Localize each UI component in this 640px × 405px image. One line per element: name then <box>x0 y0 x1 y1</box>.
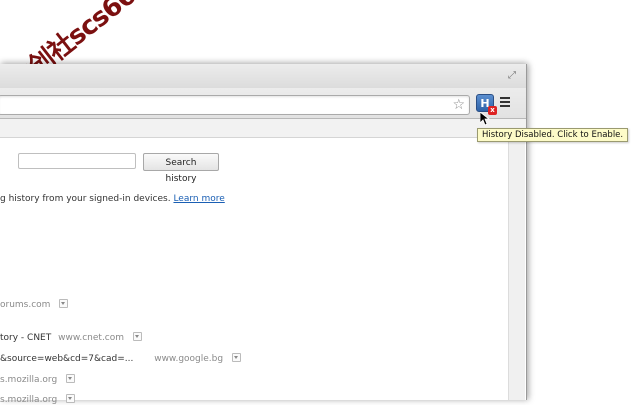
synced-devices-notice: g history from your signed-in devices. L… <box>0 194 225 204</box>
history-entry[interactable]: orums.com <box>0 299 69 310</box>
scrollbar[interactable] <box>508 138 525 400</box>
browser-window: ⤢ ☆ H x <box>0 64 527 400</box>
history-extension-button[interactable]: H x <box>476 94 497 115</box>
extension-tooltip: History Disabled. Click to Enable. <box>477 128 629 142</box>
entry-domain: www.google.bg <box>154 354 224 364</box>
history-entry[interactable]: tory - CNET www.cnet.com <box>0 332 142 343</box>
entry-title[interactable]: &source=web&cd=7&cad=... <box>0 354 133 364</box>
entry-menu-dropdown-icon[interactable] <box>66 394 76 403</box>
entry-menu-dropdown-icon[interactable] <box>66 374 76 383</box>
history-entry[interactable]: s.mozilla.org <box>0 374 76 385</box>
learn-more-link[interactable]: Learn more <box>173 194 224 204</box>
star-icon[interactable]: ☆ <box>452 97 465 113</box>
entry-domain: s.mozilla.org <box>0 375 58 385</box>
history-entry[interactable]: s.mozilla.org <box>0 394 76 405</box>
entry-domain: orums.com <box>0 300 51 310</box>
entry-menu-dropdown-icon[interactable] <box>132 332 142 341</box>
hamburger-menu-icon[interactable] <box>500 97 510 107</box>
fullscreen-icon[interactable]: ⤢ <box>508 71 518 81</box>
address-bar[interactable]: ☆ <box>0 95 470 115</box>
mouse-cursor-icon <box>480 112 490 126</box>
entry-menu-dropdown-icon[interactable] <box>231 353 241 362</box>
entry-domain: www.cnet.com <box>58 333 125 343</box>
history-entry[interactable]: &source=web&cd=7&cad=... www.google.bg <box>0 353 241 364</box>
entry-title[interactable]: tory - CNET <box>0 333 51 343</box>
notice-text: g history from your signed-in devices. <box>0 194 171 204</box>
search-history-input[interactable] <box>18 153 136 169</box>
bookmark-bar <box>0 119 526 138</box>
search-history-button[interactable]: Search history <box>143 153 219 184</box>
title-bar: ⤢ <box>0 64 526 89</box>
entry-menu-dropdown-icon[interactable] <box>59 299 69 308</box>
entry-domain: s.mozilla.org <box>0 395 58 405</box>
browser-toolbar: ☆ H x <box>0 88 526 119</box>
